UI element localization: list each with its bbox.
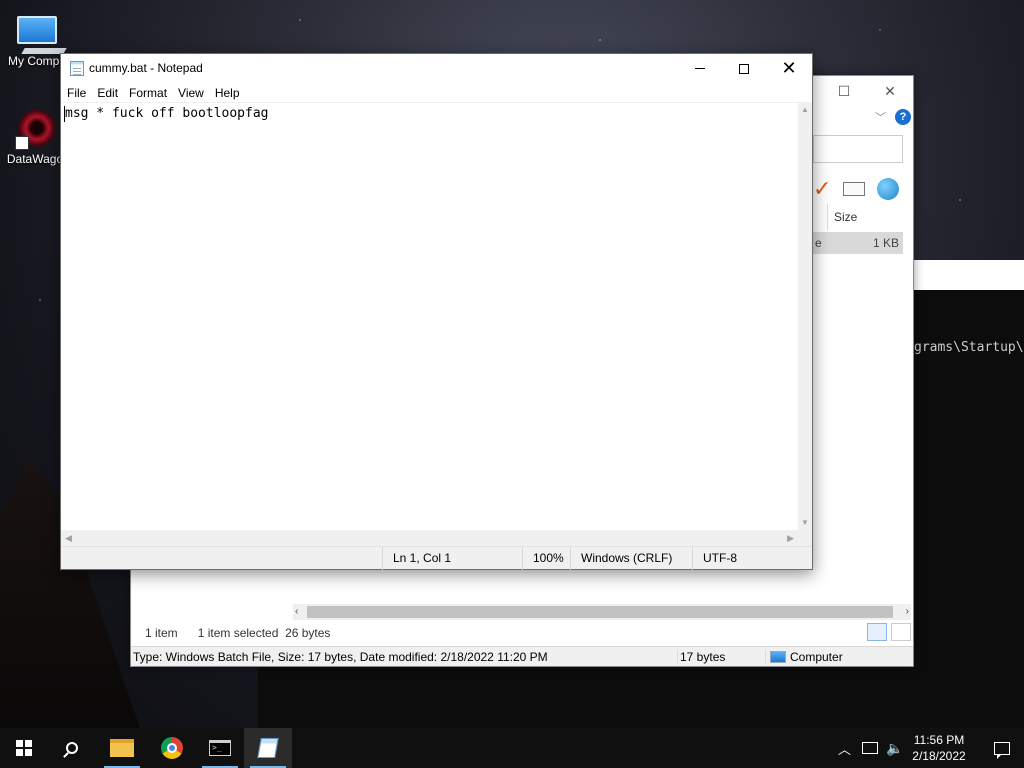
taskbar-chrome[interactable] [148,728,196,768]
volume-button[interactable]: 🔈 [886,728,903,768]
show-hidden-icons-button[interactable]: ︿ [838,728,851,768]
explorer-status-bar: Type: Windows Batch File, Size: 17 bytes… [131,646,913,666]
network-button[interactable] [862,728,878,768]
email-icon[interactable] [843,182,866,196]
close-icon: ✕ [781,57,797,79]
text-editor-area[interactable]: msg * fuck off bootloopfag [61,103,798,530]
windows-logo-icon [16,740,32,756]
scroll-left-icon[interactable]: ‹ [295,604,298,620]
chrome-icon [161,737,183,759]
row-size: 1 KB [872,236,899,250]
menu-help[interactable]: Help [211,86,247,100]
menu-view[interactable]: View [174,86,211,100]
clock[interactable]: 11:56 PM 2/18/2022 [908,732,970,764]
notepad-app-icon [70,61,84,76]
menu-file[interactable]: File [63,86,93,100]
item-count: 1 item [145,626,178,640]
notepad-status-bar: Ln 1, Col 1 100% Windows (CRLF) UTF-8 [61,546,812,570]
speaker-icon: 🔈 [886,739,904,756]
taskbar-command-prompt[interactable]: >_ [196,728,244,768]
action-center-button[interactable] [980,728,1024,768]
large-icons-view-icon[interactable] [891,623,911,641]
minimize-icon [695,68,705,69]
taskbar-notepad[interactable] [244,728,292,768]
notification-icon [994,741,1010,759]
maximize-button[interactable] [721,54,767,83]
details-view-icon[interactable] [867,623,887,641]
text-caret [64,106,65,122]
checkmark-icon[interactable]: ✓ [813,176,831,202]
start-button[interactable] [0,728,48,768]
scroll-down-icon[interactable]: ▼ [798,516,812,530]
taskbar-file-explorer[interactable] [98,728,146,768]
status-details: Type: Windows Batch File, Size: 17 bytes… [133,649,548,664]
status-location: Computer [765,649,843,664]
notepad-icon [257,738,279,758]
resize-grip[interactable] [798,530,812,546]
close-button[interactable]: ✕ [766,54,812,83]
ribbon-expand-chevron-icon[interactable]: ﹀ [875,109,886,125]
notepad-window[interactable]: cummy.bat - Notepad ✕ File Edit Format V… [60,53,813,570]
selection-info: 1 item selected 26 bytes [197,626,331,640]
explorer-maximize-button[interactable]: ☐ [821,80,867,102]
explorer-toolbar: ✓ [813,176,900,202]
menu-edit[interactable]: Edit [93,86,125,100]
explorer-close-button[interactable]: ✕ [867,80,913,102]
scroll-left-icon[interactable]: ◀ [65,530,72,546]
taskbar: >_ ︿ 🔈 11:56 PM 2/18/2022 [0,728,1024,768]
globe-icon[interactable] [877,178,900,200]
status-cursor-position: Ln 1, Col 1 [382,547,522,570]
clock-time: 11:56 PM [913,733,965,747]
status-zoom: 100% [522,547,572,570]
scroll-up-icon[interactable]: ▲ [798,103,812,117]
status-location-label: Computer [790,649,843,664]
file-row-selected[interactable]: e 1 KB [813,232,903,254]
explorer-horizontal-scrollbar[interactable]: ‹ › [293,604,911,620]
view-buttons [867,623,911,641]
help-icon[interactable]: ? [895,109,911,125]
explorer-info-bar: 1 item 1 item selected 26 bytes [131,622,913,644]
folder-icon [110,739,134,757]
computer-icon [17,16,57,44]
menu-bar: File Edit Format View Help [61,83,812,103]
menu-format[interactable]: Format [125,86,174,100]
search-icon [66,742,78,754]
data-wagon-icon [15,108,57,150]
status-encoding: UTF-8 [692,547,812,570]
notepad-titlebar[interactable]: cummy.bat - Notepad ✕ [61,54,812,83]
status-line-ending: Windows (CRLF) [570,547,692,570]
horizontal-scrollbar[interactable]: ◀ ▶ [61,530,798,546]
vertical-scrollbar[interactable]: ▲ ▼ [798,103,812,530]
status-size: 17 bytes [677,649,765,664]
search-button[interactable] [48,728,96,768]
command-prompt-icon: >_ [209,740,231,756]
network-icon [862,742,878,754]
console-output: grams\Startup\ [914,340,1024,355]
maximize-icon [739,63,749,74]
column-header-size[interactable]: Size [827,204,907,230]
editor-content: msg * fuck off bootloopfag [65,106,269,121]
window-title: cummy.bat - Notepad [89,61,203,75]
scroll-right-icon[interactable]: › [906,604,909,620]
explorer-search-input[interactable] [813,135,903,163]
minimize-button[interactable] [677,54,723,83]
scroll-right-icon[interactable]: ▶ [787,530,794,546]
scrollbar-thumb[interactable] [307,606,893,618]
clock-date: 2/18/2022 [912,749,966,763]
row-type-partial: e [815,236,822,250]
chevron-up-icon: ︿ [838,741,852,757]
computer-icon [770,650,786,663]
